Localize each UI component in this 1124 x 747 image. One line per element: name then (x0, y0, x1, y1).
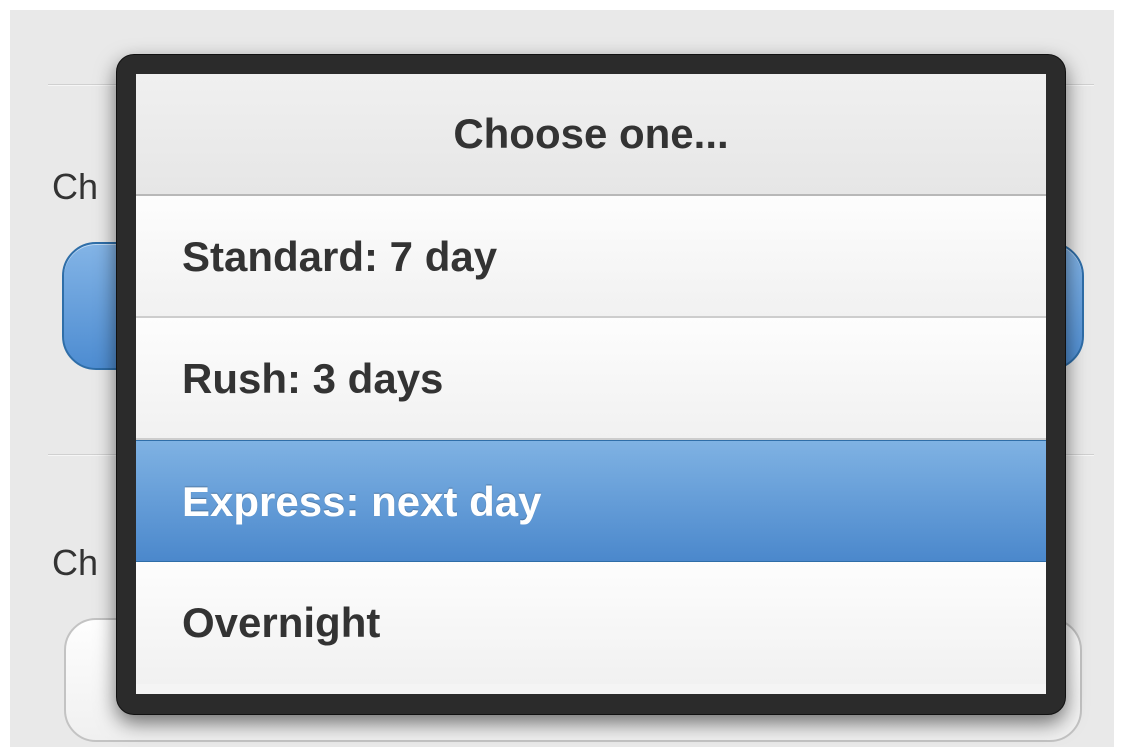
field-label-2: Ch (52, 542, 99, 583)
field-label-1: Ch (52, 166, 99, 207)
picker-list: Choose one... Standard: 7 day Rush: 3 da… (136, 74, 1046, 694)
option-rush[interactable]: Rush: 3 days (136, 318, 1046, 440)
option-express-selected[interactable]: Express: next day (136, 440, 1046, 562)
picker-header: Choose one... (136, 74, 1046, 196)
option-overnight[interactable]: Overnight (136, 562, 1046, 684)
option-standard[interactable]: Standard: 7 day (136, 196, 1046, 318)
